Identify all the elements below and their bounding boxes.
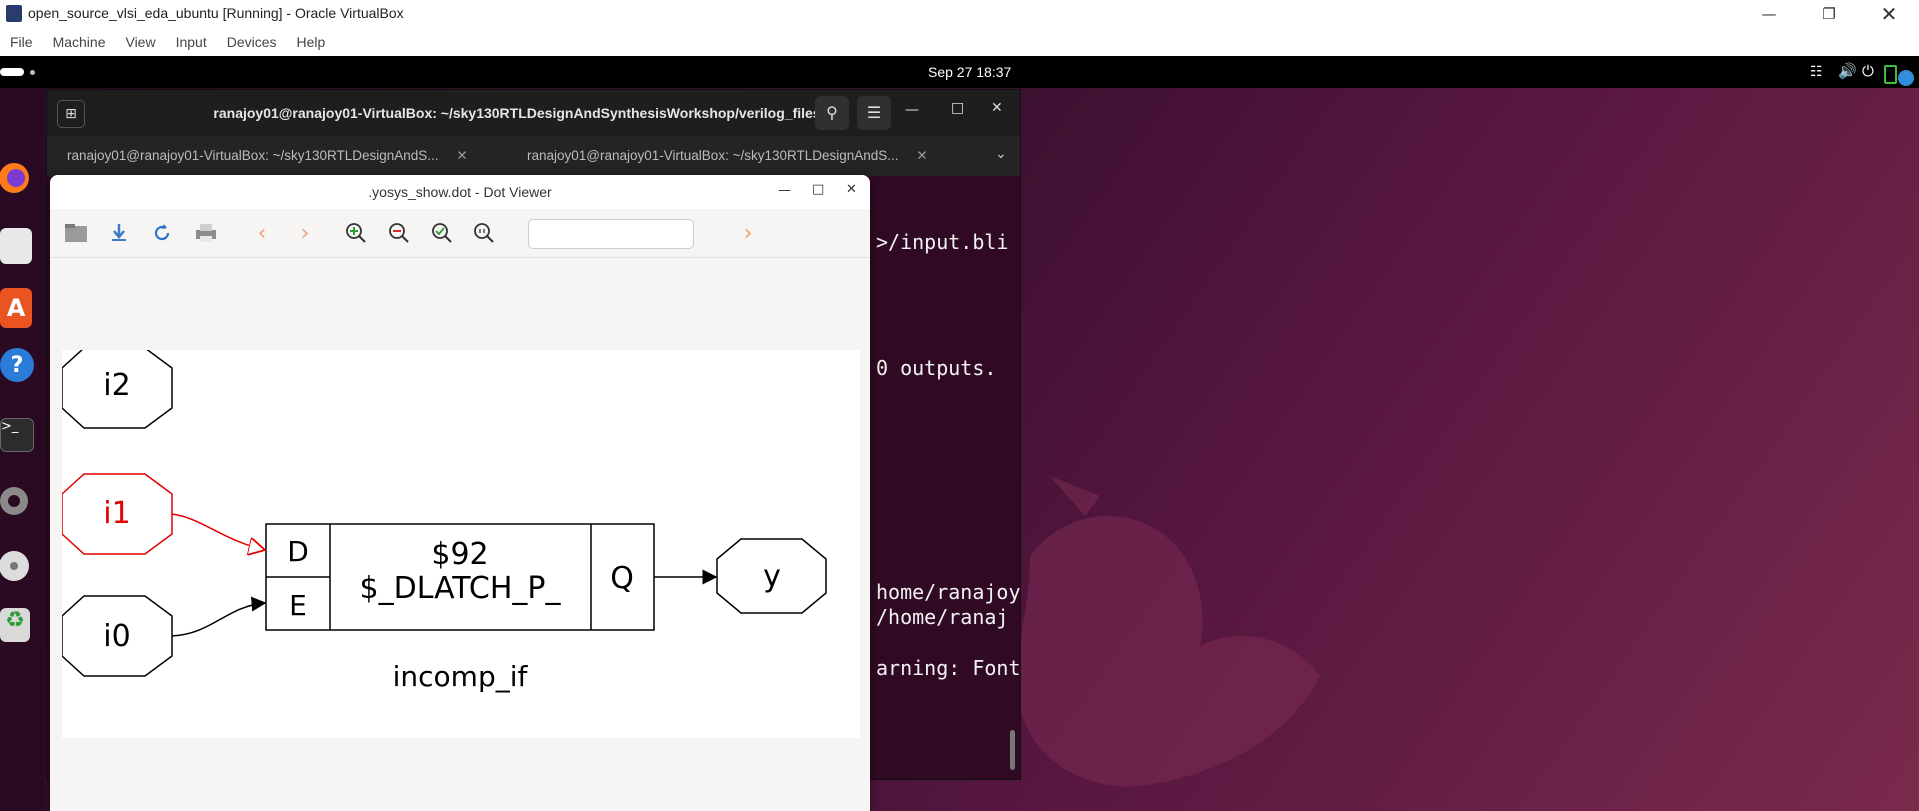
new-tab-icon[interactable]: ⊞ xyxy=(57,100,85,128)
refresh-icon[interactable] xyxy=(148,219,176,247)
menu-help[interactable]: Help xyxy=(287,34,336,50)
node-i2-label: i2 xyxy=(103,368,130,403)
volume-icon[interactable]: 🔊 xyxy=(1838,62,1857,80)
terminal-tab-label: ranajoy01@ranajoy01-VirtualBox: ~/sky130… xyxy=(527,148,899,163)
notification-icon[interactable] xyxy=(1898,70,1914,86)
search-icon[interactable]: ⚲ xyxy=(815,96,849,130)
terminal-line: home/ranajoy xyxy=(876,580,1021,604)
menu-machine[interactable]: Machine xyxy=(43,34,116,50)
dot-viewer-titlebar: .yosys_show.dot - Dot Viewer — □ ✕ xyxy=(50,175,870,210)
help-icon[interactable]: ? xyxy=(0,348,34,382)
trash-icon[interactable]: ♻ xyxy=(0,608,30,642)
node-y-label: y xyxy=(763,559,781,594)
terminal-tab-label: ranajoy01@ranajoy01-VirtualBox: ~/sky130… xyxy=(67,148,439,163)
host-menubar: File Machine View Input Devices Help xyxy=(0,28,1919,56)
terminal-tab-1[interactable]: ranajoy01@ranajoy01-VirtualBox: ~/sky130… xyxy=(67,136,468,176)
edge-i0-to-e xyxy=(171,596,267,637)
firefox-icon[interactable] xyxy=(0,158,34,198)
edge-i1-to-d xyxy=(171,513,265,550)
dot-viewer-close-icon[interactable]: ✕ xyxy=(846,182,857,197)
host-window-title: open_source_vlsi_eda_ubuntu [Running] - … xyxy=(28,5,404,21)
terminal-line: >/input.bli xyxy=(876,230,1009,254)
tab-close-icon[interactable]: ✕ xyxy=(456,148,467,163)
app-center-icon[interactable]: A xyxy=(0,288,32,328)
forward-icon[interactable]: › xyxy=(291,219,319,247)
terminal-headerbar: ⊞ ranajoy01@ranajoy01-VirtualBox: ~/sky1… xyxy=(47,90,1020,136)
port-q-label: Q xyxy=(610,561,634,596)
dot-graph: i2 i1 i0 D E $92 $_DLATCH_P_ Q y incomp_… xyxy=(61,347,827,693)
zoom-100-icon[interactable] xyxy=(470,219,498,247)
graph-canvas[interactable]: i2 i1 i0 D E $92 $_DLATCH_P_ Q y incomp_… xyxy=(61,347,860,738)
dot-viewer-minimize-icon[interactable]: — xyxy=(778,183,791,198)
menu-view[interactable]: View xyxy=(115,34,165,50)
zoom-out-icon[interactable] xyxy=(385,219,413,247)
terminal-line: arning: Font xyxy=(876,656,1021,680)
zoom-fit-icon[interactable] xyxy=(428,219,456,247)
tabs-dropdown-icon[interactable]: ⌄ xyxy=(995,146,1007,162)
terminal-close-icon[interactable]: ✕ xyxy=(991,100,1003,116)
terminal-tabbar: ranajoy01@ranajoy01-VirtualBox: ~/sky130… xyxy=(47,136,1020,176)
terminal-maximize-icon[interactable]: □ xyxy=(951,100,964,116)
activities-dot-icon xyxy=(30,70,35,75)
terminal-icon[interactable]: >_ xyxy=(0,418,34,452)
terminal-title: ranajoy01@ranajoy01-VirtualBox: ~/sky130… xyxy=(213,105,821,121)
port-node-i1[interactable]: i1 xyxy=(61,473,173,555)
virtualbox-app-icon xyxy=(6,5,22,22)
menu-devices[interactable]: Devices xyxy=(217,34,287,50)
dot-viewer-maximize-icon[interactable]: □ xyxy=(812,182,824,197)
settings-icon[interactable] xyxy=(0,483,34,519)
battery-icon[interactable] xyxy=(1884,65,1897,84)
wallpaper-mascot xyxy=(1017,476,1320,787)
find-next-icon[interactable]: › xyxy=(734,219,762,247)
hamburger-menu-icon[interactable]: ☰ xyxy=(857,96,891,130)
port-e-label: E xyxy=(289,589,307,622)
back-icon[interactable]: ‹ xyxy=(248,219,276,247)
files-icon[interactable] xyxy=(0,228,32,264)
activities-indicator[interactable] xyxy=(0,68,24,76)
port-node-y[interactable]: y xyxy=(716,538,827,614)
dot-viewer-toolbar: ‹ › ⚲ › xyxy=(50,209,870,258)
cell-type-label: $_DLATCH_P_ xyxy=(360,571,562,606)
port-node-i0[interactable]: i0 xyxy=(61,595,173,677)
network-icon[interactable]: ☷ xyxy=(1810,64,1823,80)
ubuntu-topbar: Sep 27 18:37 ☷ 🔊 ⏻ xyxy=(0,56,1919,88)
dot-viewer-title: .yosys_show.dot - Dot Viewer xyxy=(368,184,552,200)
print-icon[interactable] xyxy=(192,219,220,247)
minimize-icon[interactable]: — xyxy=(1746,0,1792,28)
terminal-line: /home/ranaj xyxy=(876,605,1009,629)
node-i0-label: i0 xyxy=(103,619,130,654)
host-titlebar: open_source_vlsi_eda_ubuntu [Running] - … xyxy=(0,0,1919,28)
port-node-i2[interactable]: i2 xyxy=(61,347,173,429)
reload-download-icon[interactable] xyxy=(105,219,133,247)
cell-id-label: $92 xyxy=(431,537,488,572)
cell-dlatch[interactable]: D E $92 $_DLATCH_P_ Q xyxy=(265,523,655,631)
port-d-label: D xyxy=(287,535,309,568)
ubuntu-dock: A ? >_ ♻ xyxy=(0,88,44,811)
open-file-icon[interactable] xyxy=(62,219,90,247)
terminal-tab-2[interactable]: ranajoy01@ranajoy01-VirtualBox: ~/sky130… xyxy=(527,136,928,176)
restore-icon[interactable]: ❐ xyxy=(1806,0,1852,28)
clock[interactable]: Sep 27 18:37 xyxy=(928,64,1011,80)
find-node-input[interactable] xyxy=(528,219,694,249)
terminal-minimize-icon[interactable]: — xyxy=(905,102,919,118)
module-name-label: incomp_if xyxy=(393,660,529,693)
close-icon[interactable]: ✕ xyxy=(1866,0,1912,28)
zoom-in-icon[interactable] xyxy=(342,219,370,247)
node-i1-label: i1 xyxy=(103,496,130,531)
terminal-line: 0 outputs. xyxy=(876,356,997,380)
tab-close-icon[interactable]: ✕ xyxy=(916,148,927,163)
menu-file[interactable]: File xyxy=(0,34,43,50)
dot-viewer-window[interactable]: .yosys_show.dot - Dot Viewer — □ ✕ ‹ › ›… xyxy=(50,175,870,811)
power-icon[interactable]: ⏻ xyxy=(1862,62,1874,80)
optical-drive-icon[interactable] xyxy=(0,548,34,584)
terminal-scrollbar[interactable] xyxy=(1010,730,1015,770)
menu-input[interactable]: Input xyxy=(166,34,217,50)
